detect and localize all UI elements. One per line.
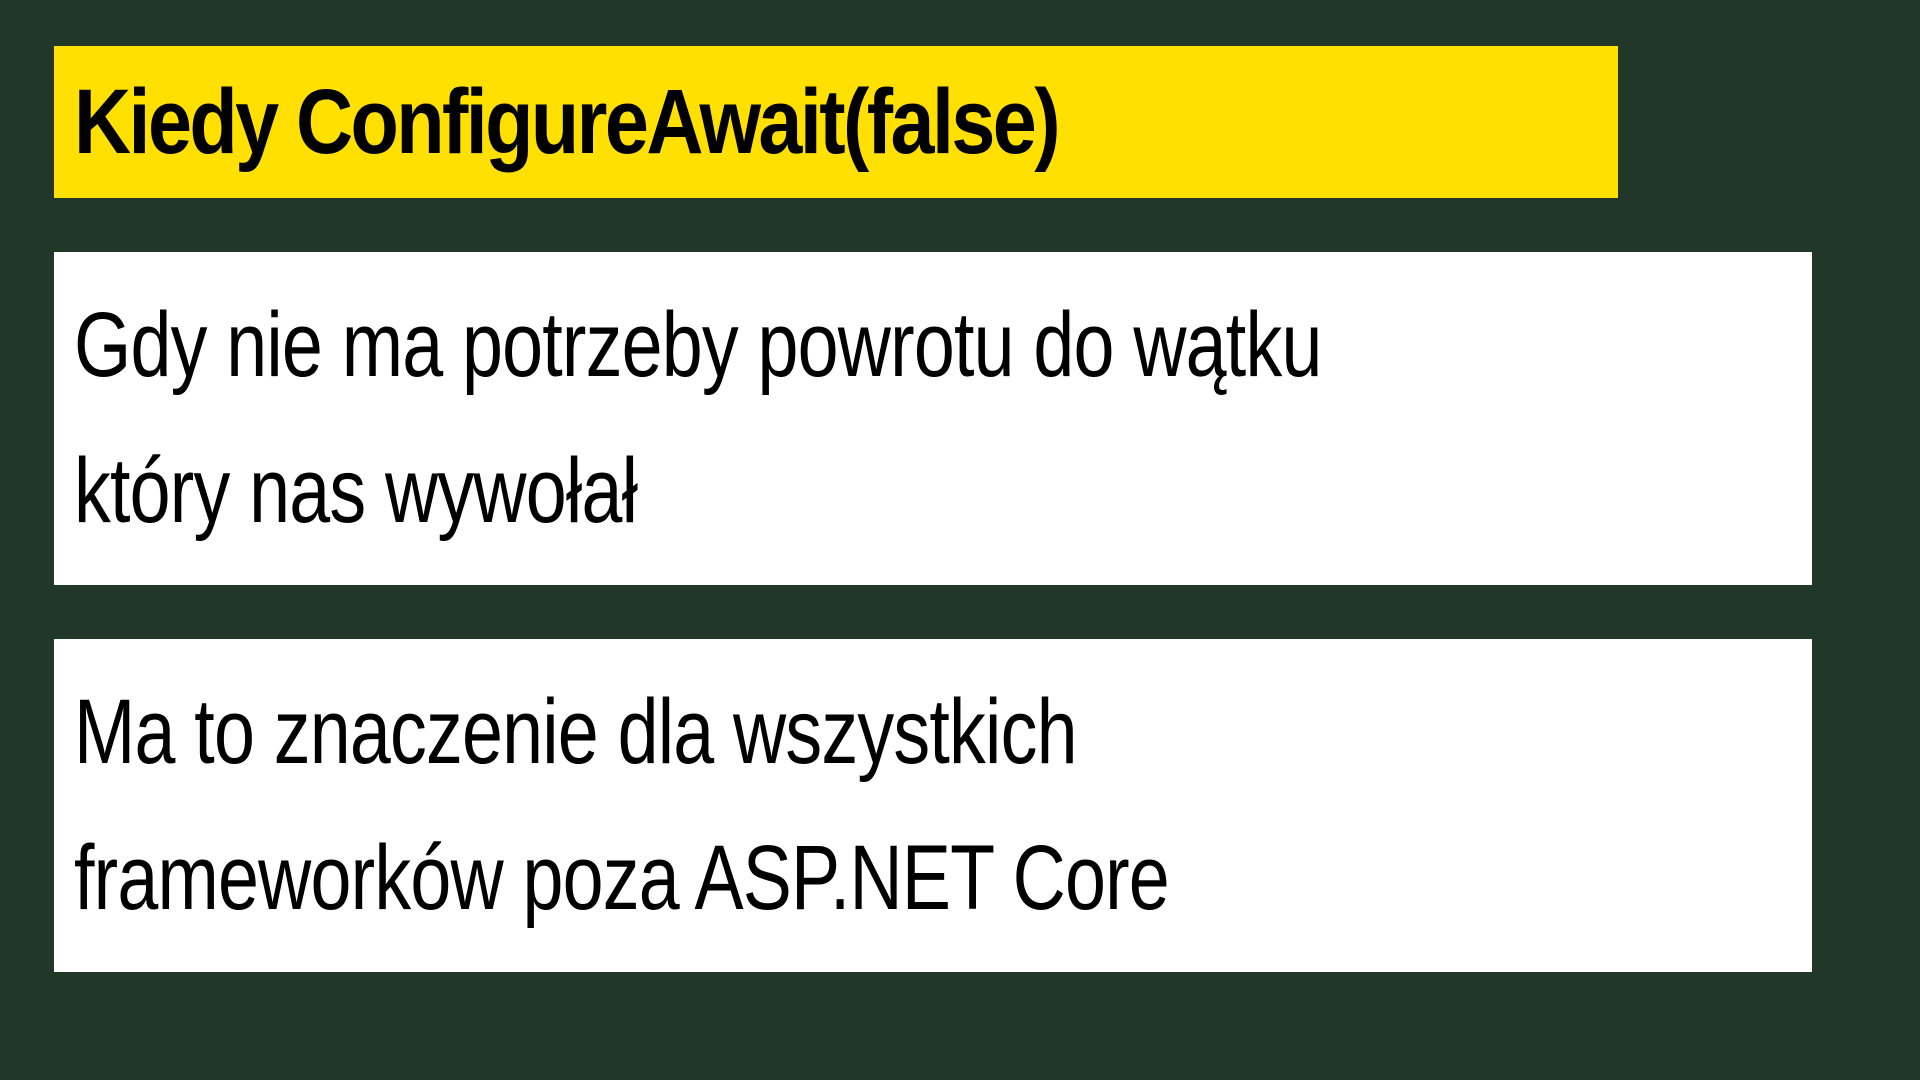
card-2-line-2: frameworków poza ASP.NET Core — [74, 827, 1170, 929]
card-2-line-1: Ma to znaczenie dla wszystkich — [74, 681, 1078, 783]
text-card-1: Gdy nie ma potrzeby powrotu do wątku któ… — [54, 252, 1812, 585]
slide-title-bar: Kiedy ConfigureAwait(false) — [54, 46, 1618, 198]
card-1-line-2: który nas wywołał — [74, 440, 638, 542]
card-1-line-1: Gdy nie ma potrzeby powrotu do wątku — [74, 294, 1322, 396]
slide-title: Kiedy ConfigureAwait(false) — [74, 71, 1061, 173]
text-card-2: Ma to znaczenie dla wszystkich framework… — [54, 639, 1812, 972]
